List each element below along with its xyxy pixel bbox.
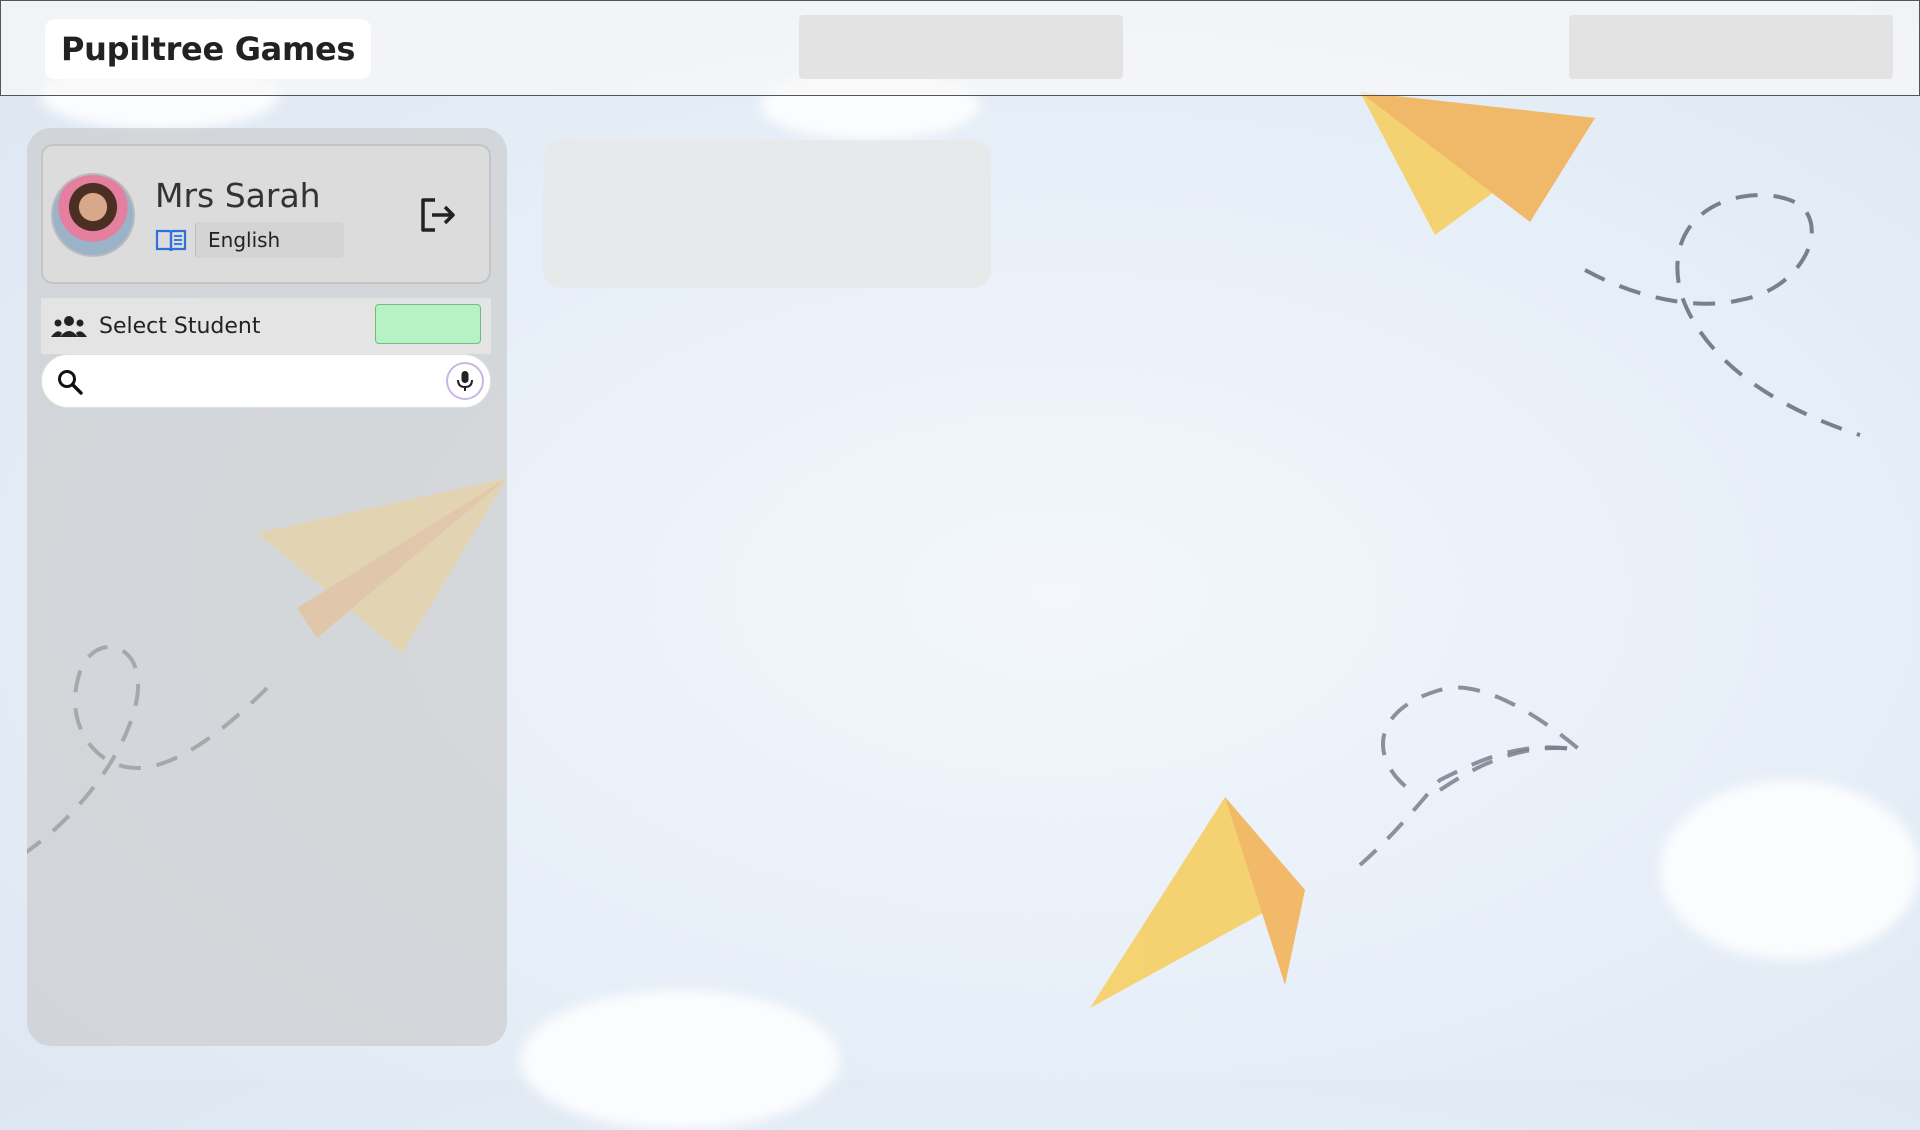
group-icon <box>51 316 87 337</box>
teacher-avatar <box>51 173 135 257</box>
top-bar: Pupiltree Games <box>0 0 1920 96</box>
subject-row: English <box>155 222 345 258</box>
paper-plane-icon <box>257 478 507 653</box>
student-search-box <box>41 354 491 408</box>
search-icon <box>58 370 83 395</box>
student-panel: Mrs Sarah English Select Student <box>27 128 507 1046</box>
voice-search-button[interactable] <box>448 364 482 398</box>
add-student-button[interactable] <box>375 304 481 344</box>
subject-label: English <box>195 222 345 258</box>
logout-icon[interactable] <box>417 194 459 236</box>
header-placeholder <box>1569 15 1893 79</box>
select-student-row: Select Student <box>41 298 491 354</box>
paper-plane-icon <box>1090 797 1305 1008</box>
teacher-name: Mrs Sarah <box>155 176 321 215</box>
paper-plane-icon <box>1360 92 1595 235</box>
teacher-profile-card: Mrs Sarah English <box>41 144 491 284</box>
book-icon <box>155 229 187 252</box>
select-student-label: Select Student <box>99 313 261 339</box>
header-placeholder <box>799 15 1123 79</box>
brand-logo[interactable]: Pupiltree Games <box>45 19 372 79</box>
microphone-icon <box>457 371 473 391</box>
content-placeholder-card <box>543 140 991 288</box>
student-search-input[interactable] <box>96 365 430 401</box>
